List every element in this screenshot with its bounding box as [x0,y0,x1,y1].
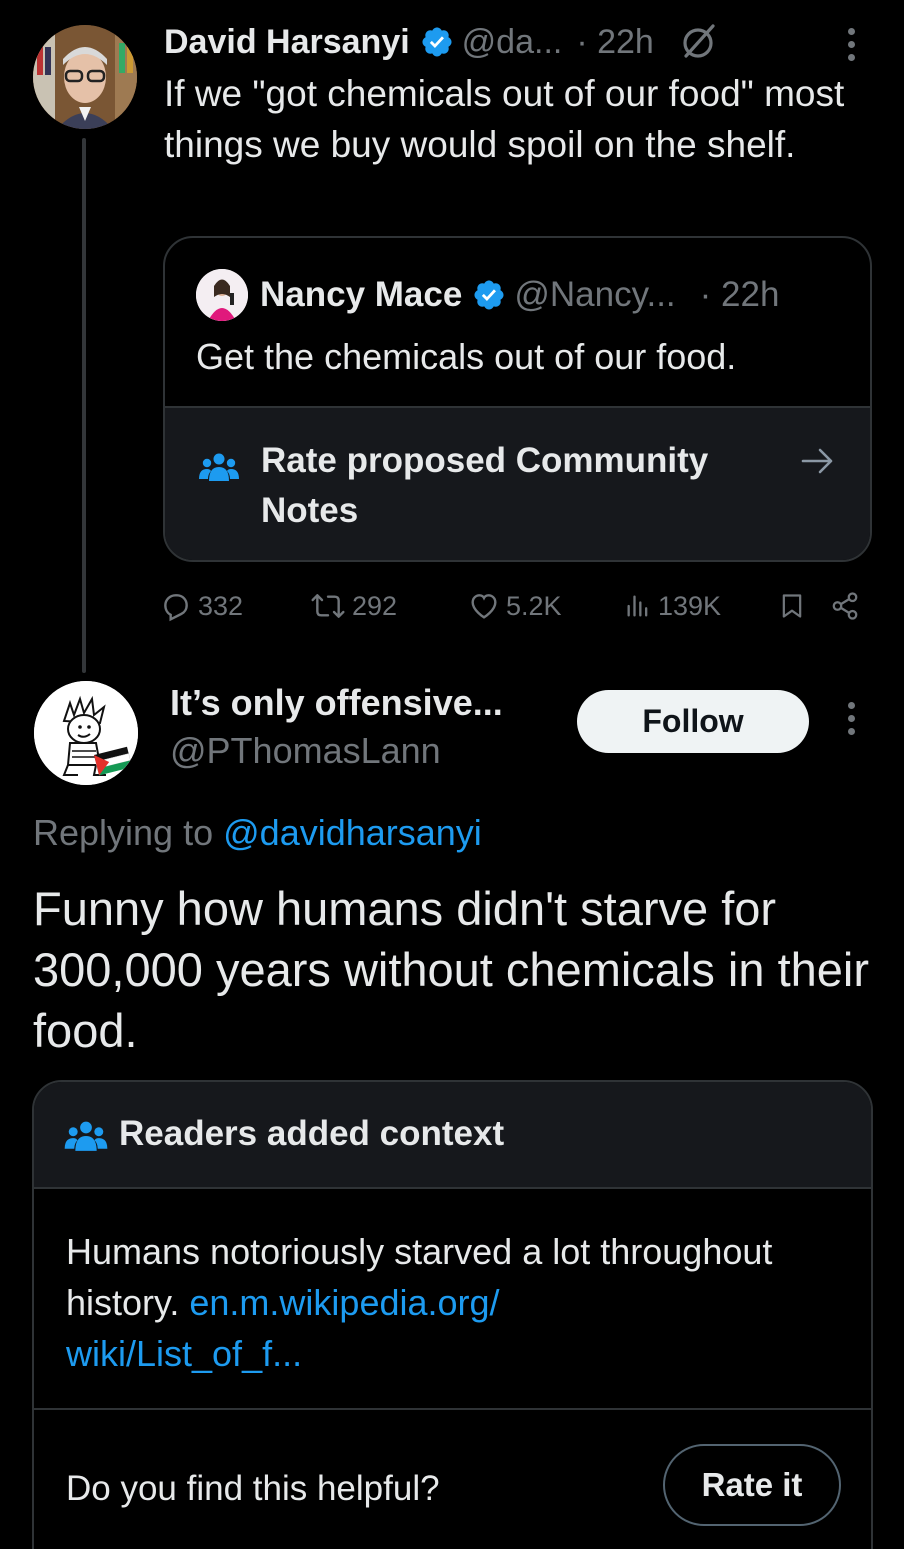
grok-icon[interactable] [678,22,718,62]
bookmark-icon [782,594,802,618]
reply-button[interactable]: 332 [160,584,243,628]
thread-page: David Harsanyi @da... · 22h If we "got c… [0,0,904,1549]
tweet-time[interactable]: · 22h [576,23,654,62]
more-icon[interactable] [846,702,856,736]
reply-author-name[interactable]: It’s only offensive... [170,682,503,724]
avatar-david-harsanyi[interactable] [33,25,137,129]
repost-button[interactable]: 292 [310,584,397,628]
reply-author-handle[interactable]: @PThomasLann [170,730,441,772]
thread-connector-line [82,138,86,673]
author-handle[interactable]: @da... [462,23,563,62]
arrow-right-icon [801,448,833,474]
quoted-tweet-content[interactable]: Nancy Mace @Nancy... · 22h Get the chemi… [165,238,870,406]
like-icon [471,594,497,619]
replying-to-line: Replying to @davidharsanyi [33,812,482,854]
reply-tweet-text: Funny how humans didn't starve for 300,0… [33,882,869,1057]
quoted-tweet-text: Get the chemicals out of our food. [196,336,737,377]
quoted-tweet-header: Nancy Mace @Nancy... · 22h [196,268,779,322]
helpful-question: Do you find this helpful? [66,1469,440,1508]
views-button[interactable]: 139K [624,584,721,628]
like-button[interactable]: 5.2K [468,584,562,628]
author-name[interactable]: David Harsanyi [164,23,410,62]
reply-count: 332 [198,590,244,621]
community-note-body: Humans notoriously starved a lot through… [66,1226,826,1379]
views-icon [627,595,648,617]
quoted-author-name: Nancy Mace [260,275,463,314]
verified-badge-icon [422,27,452,57]
community-note-header: Readers added context [34,1082,871,1189]
repost-icon [311,594,345,618]
avatar-nancy-mace [196,269,248,321]
repost-count: 292 [352,590,398,621]
parent-tweet-header: David Harsanyi @da... · 22h [164,18,718,66]
tweet-action-bar: 332 292 5.2K 139K [160,584,880,628]
follow-button[interactable]: Follow [577,690,809,753]
views-count: 139K [658,590,722,621]
community-notes-icon [64,1121,108,1151]
quoted-tweet-card[interactable]: Nancy Mace @Nancy... · 22h Get the chemi… [163,236,872,562]
community-note-card: Readers added context Humans notoriously… [32,1080,873,1549]
community-note-title: Readers added context [119,1114,505,1153]
rate-community-notes-label: Rate proposed Community Notes [261,441,709,530]
reply-icon [164,594,188,622]
quoted-tweet-time: · 22h [699,275,780,314]
community-notes-icon [199,453,239,481]
parent-tweet-text: If we "got chemicals out of our food" mo… [164,73,845,165]
rate-it-button[interactable]: Rate it [663,1444,841,1526]
replying-to-mention[interactable]: @davidharsanyi [223,812,482,853]
share-icon [832,592,858,620]
replying-to-prefix: Replying to [33,812,214,853]
bookmark-button[interactable] [778,584,812,628]
community-note-divider [34,1408,871,1410]
share-button[interactable] [830,584,866,628]
more-icon[interactable] [846,28,856,62]
avatar-reply-author[interactable] [34,681,138,785]
quoted-author-handle: @Nancy... [514,275,676,314]
verified-badge-icon [474,280,504,310]
rate-community-notes-banner[interactable]: Rate proposed Community Notes [165,406,870,560]
like-count: 5.2K [506,590,562,621]
